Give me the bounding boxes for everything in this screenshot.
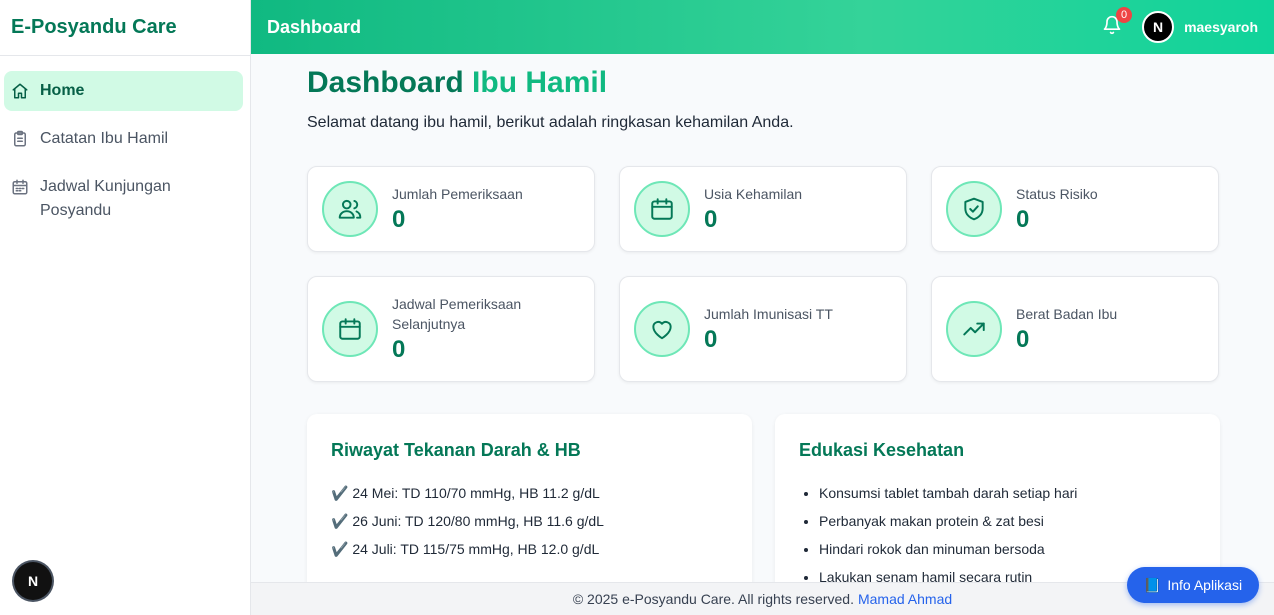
user-avatar[interactable]: N	[1142, 11, 1175, 43]
info-app-button[interactable]: 📘 Info Aplikasi	[1127, 567, 1259, 603]
stat-card-imunisasi-tt: Jumlah Imunisasi TT 0	[619, 276, 907, 382]
topbar-title: Dashboard	[267, 16, 362, 37]
notification-button[interactable]: 0	[1100, 7, 1133, 39]
stat-label: Usia Kehamilan	[704, 186, 803, 202]
footer-author-link[interactable]: Mamad Ahmad	[858, 591, 952, 607]
nextjs-dev-avatar[interactable]: N	[14, 562, 52, 600]
page-title: Dashboard Ibu Hamil	[307, 66, 607, 100]
stat-value: 0	[1016, 206, 1030, 233]
stat-card-status-risiko: Status Risiko 0	[931, 166, 1219, 252]
notification-badge: 0	[1116, 7, 1133, 23]
stat-value: 0	[392, 336, 406, 363]
list-item: Konsumsi tablet tambah darah setiap hari	[819, 479, 1196, 507]
stat-card-berat-badan: Berat Badan Ibu 0	[931, 276, 1219, 382]
history-list: ✔️ 24 Mei: TD 110/70 mmHg, HB 11.2 g/dL …	[331, 479, 728, 563]
page-subtitle: Selamat datang ibu hamil, berikut adalah…	[307, 114, 794, 131]
home-icon	[10, 79, 30, 103]
footer-copyright: © 2025 e-Posyandu Care. All rights reser…	[572, 591, 854, 607]
clipboard-icon	[10, 127, 30, 151]
username[interactable]: maesyaroh	[1184, 19, 1258, 35]
stat-value: 0	[1016, 326, 1030, 353]
stat-value: 0	[392, 206, 406, 233]
stat-card-usia-kehamilan: Usia Kehamilan 0	[619, 166, 907, 252]
sidebar-item-label: Catatan Ibu Hamil	[40, 130, 169, 147]
sidebar-item-label: Home	[40, 82, 85, 99]
stat-value: 0	[704, 326, 718, 353]
calendar-icon	[634, 181, 690, 237]
info-app-label: Info Aplikasi	[1167, 577, 1243, 593]
stat-card-jadwal-pemeriksaan: Jadwal Pemeriksaan Selanjutnya 0	[307, 276, 595, 382]
sidebar: E-Posyandu Care Home Catatan Ibu Hamil J…	[0, 0, 251, 615]
brand-logo[interactable]: E-Posyandu Care	[0, 0, 250, 56]
page-title-main: Dashboard	[307, 66, 464, 99]
list-item: ✔️ 24 Mei: TD 110/70 mmHg, HB 11.2 g/dL	[331, 485, 600, 501]
calendar-icon	[322, 301, 378, 357]
topbar: Dashboard 0 N maesyaroh	[251, 0, 1274, 54]
calendar-icon	[10, 175, 30, 199]
stat-value: 0	[704, 206, 718, 233]
heart-icon	[634, 301, 690, 357]
stat-label: Jumlah Imunisasi TT	[704, 306, 833, 322]
list-item: Hindari rokok dan minuman bersoda	[819, 535, 1196, 563]
stat-label: Berat Badan Ibu	[1016, 306, 1118, 322]
stat-label: Jumlah Pemeriksaan	[392, 186, 523, 202]
history-title: Riwayat Tekanan Darah & HB	[331, 440, 581, 460]
shield-check-icon	[946, 181, 1002, 237]
stat-label: Jadwal Pemeriksaan Selanjutnya	[392, 296, 522, 332]
page-title-accent: Ibu Hamil	[472, 66, 608, 99]
list-item: ✔️ 24 Juli: TD 115/75 mmHg, HB 12.0 g/dL	[331, 541, 600, 557]
trending-up-icon	[946, 301, 1002, 357]
education-title: Edukasi Kesehatan	[799, 440, 965, 460]
users-icon	[322, 181, 378, 237]
topbar-user-area: 0 N maesyaroh	[1100, 7, 1258, 43]
sidebar-item-catatan[interactable]: Catatan Ibu Hamil	[4, 119, 243, 159]
stat-card-jumlah-pemeriksaan: Jumlah Pemeriksaan 0	[307, 166, 595, 252]
sidebar-item-jadwal[interactable]: Jadwal Kunjungan Posyandu	[4, 167, 243, 231]
sidebar-item-label: Jadwal Kunjungan Posyandu	[40, 178, 171, 219]
footer: © 2025 e-Posyandu Care. All rights reser…	[251, 582, 1274, 615]
list-item: ✔️ 26 Juni: TD 120/80 mmHg, HB 11.6 g/dL	[331, 513, 604, 529]
book-icon: 📘	[1143, 576, 1162, 593]
main-content: Dashboard Ibu Hamil Selamat datang ibu h…	[251, 54, 1274, 615]
sidebar-item-home[interactable]: Home	[4, 71, 243, 111]
stat-label: Status Risiko	[1016, 186, 1098, 202]
list-item: Perbanyak makan protein & zat besi	[819, 507, 1196, 535]
